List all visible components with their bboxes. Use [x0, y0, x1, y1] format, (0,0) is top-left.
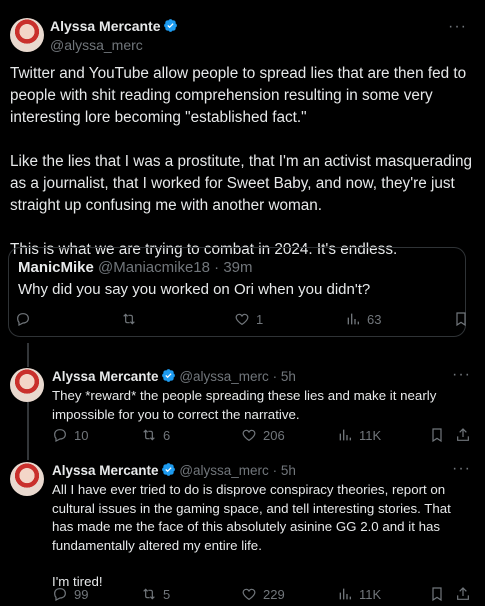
bookmark-button[interactable]: [429, 586, 445, 602]
share-button[interactable]: [455, 586, 471, 602]
like-icon: [242, 588, 256, 601]
repost-button[interactable]: 6: [141, 427, 170, 443]
repost-icon: [143, 588, 155, 600]
author-name[interactable]: Alyssa Mercante: [52, 369, 159, 384]
views-icon: [347, 313, 359, 325]
repost-count: 5: [163, 586, 171, 602]
reply-icon: [17, 313, 29, 326]
views-count: 63: [367, 311, 382, 327]
reply-button[interactable]: 10: [52, 427, 88, 443]
reply-button[interactable]: 99: [52, 586, 88, 602]
quoted-action-bar: 1 63: [9, 311, 466, 331]
repost-icon: [143, 429, 155, 441]
reply-tweet[interactable]: Alyssa Mercante @alyssa_merc · 5h ··· Al…: [10, 460, 475, 604]
like-button[interactable]: 206: [241, 427, 285, 443]
author-handle[interactable]: @alyssa_merc: [179, 369, 268, 384]
tweet-time[interactable]: 5h: [281, 463, 296, 478]
action-bar: 10 6 206 11K: [52, 427, 470, 445]
like-icon: [242, 429, 256, 442]
author-handle[interactable]: @alyssa_merc: [179, 463, 268, 478]
author-name[interactable]: Alyssa Mercante: [50, 18, 161, 34]
separator: ·: [272, 369, 278, 384]
avatar[interactable]: [10, 462, 44, 496]
like-count: 206: [263, 427, 285, 443]
share-button[interactable]: [455, 427, 471, 443]
quoted-tweet-header: ManicMike @Maniacmike18 · 39m: [18, 259, 253, 276]
reply-header: Alyssa Mercante @alyssa_merc · 5h: [52, 368, 296, 384]
views-icon: [339, 429, 351, 441]
repost-count: 6: [163, 427, 171, 443]
bookmark-icon: [432, 587, 442, 602]
repost-button[interactable]: [121, 311, 137, 327]
repost-icon: [123, 313, 135, 325]
more-icon[interactable]: ···: [452, 366, 471, 384]
reply-icon: [54, 429, 66, 442]
like-button[interactable]: 1: [234, 311, 263, 327]
separator: ·: [272, 463, 278, 478]
bookmark-icon: [432, 428, 442, 443]
reply-count: 10: [74, 427, 89, 443]
bookmark-icon: [456, 312, 466, 327]
more-icon[interactable]: ···: [448, 18, 467, 36]
author-name[interactable]: Alyssa Mercante: [52, 463, 159, 478]
views-icon: [339, 588, 351, 600]
views-button[interactable]: 63: [345, 311, 381, 327]
views-button[interactable]: 11K: [337, 586, 381, 602]
tweet-time[interactable]: 5h: [281, 369, 296, 384]
action-bar: 99 5 229 11K: [52, 586, 470, 604]
reply-button[interactable]: [15, 311, 31, 327]
quoted-tweet[interactable]: ManicMike @Maniacmike18 · 39m Why did yo…: [8, 247, 466, 337]
avatar[interactable]: [10, 368, 44, 402]
quoted-author-name[interactable]: ManicMike: [18, 259, 94, 276]
bookmark-button[interactable]: [429, 427, 445, 443]
reply-count: 99: [74, 586, 89, 602]
share-icon: [457, 428, 469, 441]
main-tweet-header: Alyssa Mercante @alyssa_merc ···: [10, 18, 475, 54]
like-count: 229: [263, 586, 285, 602]
quoted-author-handle[interactable]: @Maniacmike18: [98, 259, 210, 276]
verified-badge-icon: [163, 19, 177, 32]
like-count: 1: [256, 311, 264, 327]
views-count: 11K: [359, 586, 382, 602]
tweet-paragraph: Twitter and YouTube allow people to spre…: [10, 65, 467, 126]
reply-header: Alyssa Mercante @alyssa_merc · 5h: [52, 462, 296, 478]
quoted-tweet-text: Why did you say you worked on Ori when y…: [18, 281, 371, 298]
repost-button[interactable]: 5: [141, 586, 170, 602]
reply-icon: [54, 588, 66, 601]
verified-badge-icon: [161, 463, 175, 476]
author-handle[interactable]: @alyssa_merc: [50, 37, 143, 53]
more-icon[interactable]: ···: [452, 460, 471, 478]
verified-badge-icon: [161, 369, 175, 382]
bookmark-button[interactable]: [453, 311, 469, 327]
author-name-row: Alyssa Mercante: [50, 18, 178, 36]
reply-tweet[interactable]: Alyssa Mercante @alyssa_merc · 5h ··· Th…: [10, 366, 475, 448]
views-count: 11K: [359, 427, 382, 443]
tweet-paragraph: Like the lies that I was a prostitute, t…: [10, 153, 473, 214]
avatar[interactable]: [10, 18, 44, 52]
tweet-paragraph: All I have ever tried to do is disprove …: [52, 482, 451, 553]
views-button[interactable]: 11K: [337, 427, 381, 443]
like-icon: [235, 313, 249, 326]
quoted-time[interactable]: 39m: [223, 259, 252, 276]
like-button[interactable]: 229: [241, 586, 285, 602]
thread-line: [27, 343, 29, 367]
share-icon: [457, 587, 469, 600]
separator: ·: [214, 259, 220, 276]
tweet-paragraph: They *reward* the people spreading these…: [52, 388, 437, 422]
